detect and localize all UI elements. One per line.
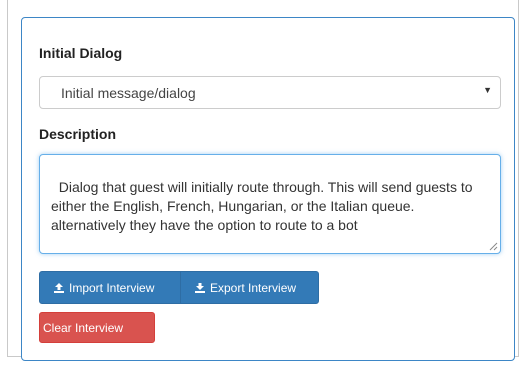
upload-icon [54,282,64,293]
import-interview-label: Import Interview [69,280,155,295]
description-text: Dialog that guest will initially route t… [51,179,477,233]
clear-interview-label: Clear Interview [43,320,124,335]
export-interview-label: Export Interview [210,280,297,295]
export-interview-button[interactable]: Export Interview [180,271,319,304]
description-textarea[interactable]: Dialog that guest will initially route t… [39,154,501,254]
clear-interview-button[interactable]: Clear Interview [39,312,155,343]
resize-handle-icon[interactable] [489,242,498,251]
initial-dialog-label: Initial Dialog [39,45,123,61]
import-interview-button[interactable]: Import Interview [39,271,181,304]
description-label: Description [39,126,117,142]
download-icon [195,282,205,293]
initial-dialog-select[interactable]: Initial message/dialog ▼ [39,76,501,109]
initial-dialog-selected-value: Initial message/dialog [61,85,196,101]
caret-down-icon: ▼ [483,85,492,95]
